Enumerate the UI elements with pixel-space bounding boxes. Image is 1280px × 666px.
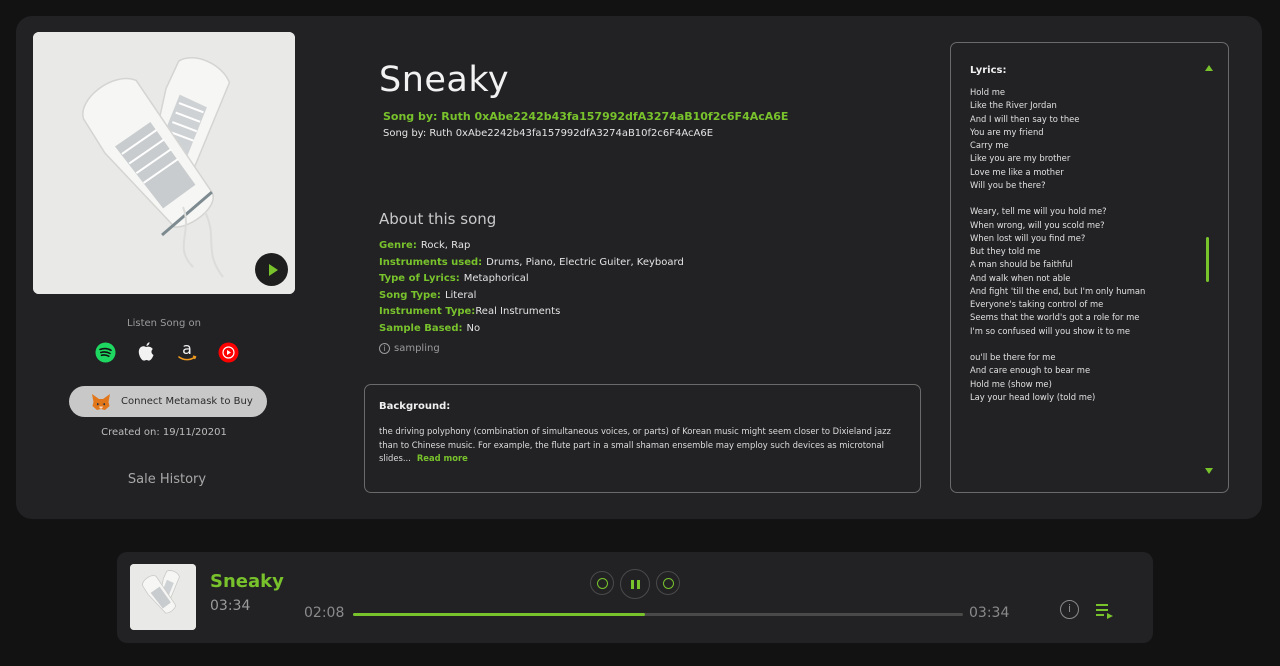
lyrics-line: And I will then say to thee <box>970 113 1080 124</box>
scroll-up-icon[interactable] <box>1205 65 1213 71</box>
lyrics-line: You are my friend <box>970 126 1044 137</box>
lyrics-line: I'm so confused will you show it to me <box>970 325 1131 336</box>
meta-instruments-value: Drums, Piano, Electric Guiter, Keyboard <box>486 256 684 268</box>
player-song-duration: 03:34 <box>210 598 251 614</box>
total-time: 03:34 <box>969 605 1010 621</box>
meta-sample-based: Sample Based: No <box>379 321 684 338</box>
sneakers-image <box>33 32 295 294</box>
lyrics-line: Lay your head lowly (told me) <box>970 391 1096 402</box>
lyrics-line: ou'll be there for me <box>970 352 1056 362</box>
lyrics-line: Weary, tell me will you hold me? <box>970 206 1107 217</box>
background-panel: Background: the driving polyphony (combi… <box>364 384 921 493</box>
lyrics-line: A man should be faithful <box>970 259 1073 270</box>
meta-instrument-type: Instrument Type:Real Instruments <box>379 304 684 321</box>
listen-song-label: Listen Song on <box>127 318 201 329</box>
sampling-label: sampling <box>394 343 440 354</box>
lyrics-line: When wrong, will you scold me? <box>970 219 1105 230</box>
rewind-10-button[interactable] <box>590 571 614 595</box>
lyrics-line: Will you be there? <box>970 179 1046 190</box>
meta-lyrics-type-value: Metaphorical <box>463 273 529 285</box>
meta-genre-key: Genre: <box>379 240 417 251</box>
amazon-icon[interactable]: a <box>176 341 198 363</box>
lyrics-line: And care enough to bear me <box>970 365 1091 376</box>
meta-lyrics-type: Type of Lyrics: Metaphorical <box>379 271 684 288</box>
connect-metamask-button[interactable]: Connect Metamask to Buy <box>69 386 267 417</box>
current-time: 02:08 <box>304 605 345 621</box>
meta-instrument-type-key: Instrument Type: <box>379 306 476 318</box>
meta-instrument-type-value: Real Instruments <box>475 306 561 318</box>
apple-icon[interactable] <box>135 341 157 363</box>
meta-genre: Genre: Rock, Rap <box>379 238 684 255</box>
meta-song-type-value: Literal <box>444 289 477 301</box>
player-song-title: Sneaky <box>210 571 284 592</box>
connect-metamask-label: Connect Metamask to Buy <box>121 396 253 407</box>
about-song-heading: About this song <box>379 210 497 228</box>
lyrics-line: And walk when not able <box>970 272 1071 283</box>
svg-text:a: a <box>182 341 192 358</box>
meta-lyrics-type-key: Type of Lyrics: <box>379 273 460 285</box>
created-on-date: Created on: 19/11/20201 <box>101 427 227 438</box>
background-text: the driving polyphony (combination of si… <box>379 425 906 466</box>
sampling-info[interactable]: i sampling <box>379 343 440 354</box>
lyrics-line: Carry me <box>970 140 1009 150</box>
lyrics-line: Everyone's taking control of me <box>970 299 1104 309</box>
lyrics-line <box>970 338 1145 351</box>
youtube-music-icon[interactable] <box>217 341 239 363</box>
lyrics-line: And fight 'till the end, but I'm only hu… <box>970 285 1146 296</box>
lyrics-heading: Lyrics: <box>970 65 1007 76</box>
play-icon <box>268 263 278 276</box>
lyrics-text: Hold me Like the River Jordan And I will t… <box>970 86 1145 404</box>
meta-song-type: Song Type: Literal <box>379 288 684 305</box>
progress-fill <box>353 613 645 616</box>
playlist-icon <box>1096 604 1113 619</box>
lyrics-line: When lost will you find me? <box>970 232 1086 243</box>
streaming-platforms: a <box>94 341 239 363</box>
song-metadata: Genre: Rock, Rap Instruments used: Drums, … <box>379 238 684 338</box>
meta-sample-based-key: Sample Based: <box>379 322 463 334</box>
meta-song-type-key: Song Type: <box>379 289 441 301</box>
meta-instruments-key: Instruments used: <box>379 256 483 268</box>
lyrics-line: Seems that the world's got a role for me <box>970 312 1140 323</box>
pause-button[interactable] <box>620 569 650 599</box>
lyrics-line: Hold me <box>970 87 1006 97</box>
song-artist: Song by: Ruth 0xAbe2242b43fa157992dfA327… <box>383 128 714 139</box>
lyrics-line: Like you are my brother <box>970 153 1071 164</box>
background-heading: Background: <box>379 401 451 412</box>
lyrics-scrollbar[interactable] <box>1206 237 1209 282</box>
read-more-link[interactable]: Read more <box>417 453 468 463</box>
music-player-bar: Sneaky 03:34 02:08 03:34 i <box>117 552 1153 643</box>
scroll-down-icon[interactable] <box>1205 468 1213 474</box>
lyrics-line: Hold me (show me) <box>970 378 1052 389</box>
player-album-thumbnail <box>130 564 196 630</box>
info-icon: i <box>379 343 390 354</box>
song-artist-highlight: Song by: Ruth 0xAbe2242b43fa157992dfA327… <box>383 110 789 123</box>
pause-icon <box>630 579 640 589</box>
info-button[interactable]: i <box>1060 600 1079 619</box>
metamask-fox-icon <box>92 393 110 410</box>
sale-history-link[interactable]: Sale History <box>33 472 301 487</box>
meta-instruments: Instruments used: Drums, Piano, Electric … <box>379 255 684 272</box>
lyrics-line: Like the River Jordan <box>970 100 1057 111</box>
lyrics-line: But they told me <box>970 246 1041 256</box>
forward-10-button[interactable] <box>656 571 680 595</box>
song-title: Sneaky <box>379 60 510 100</box>
queue-button[interactable] <box>1095 602 1115 624</box>
play-button[interactable] <box>255 253 288 286</box>
song-detail-card: Listen Song on a Connect Metamask to Buy… <box>16 16 1262 519</box>
album-cover <box>33 32 295 294</box>
lyrics-line: Love me like a mother <box>970 166 1064 177</box>
lyrics-line <box>970 192 1145 205</box>
lyrics-panel[interactable]: Lyrics: Hold me Like the River Jordan And … <box>950 42 1229 493</box>
forward-icon <box>662 577 674 589</box>
meta-sample-based-value: No <box>466 322 481 334</box>
meta-genre-value: Rock, Rap <box>420 240 471 251</box>
progress-bar[interactable] <box>353 613 963 616</box>
spotify-icon[interactable] <box>94 341 116 363</box>
rewind-icon <box>596 577 608 589</box>
